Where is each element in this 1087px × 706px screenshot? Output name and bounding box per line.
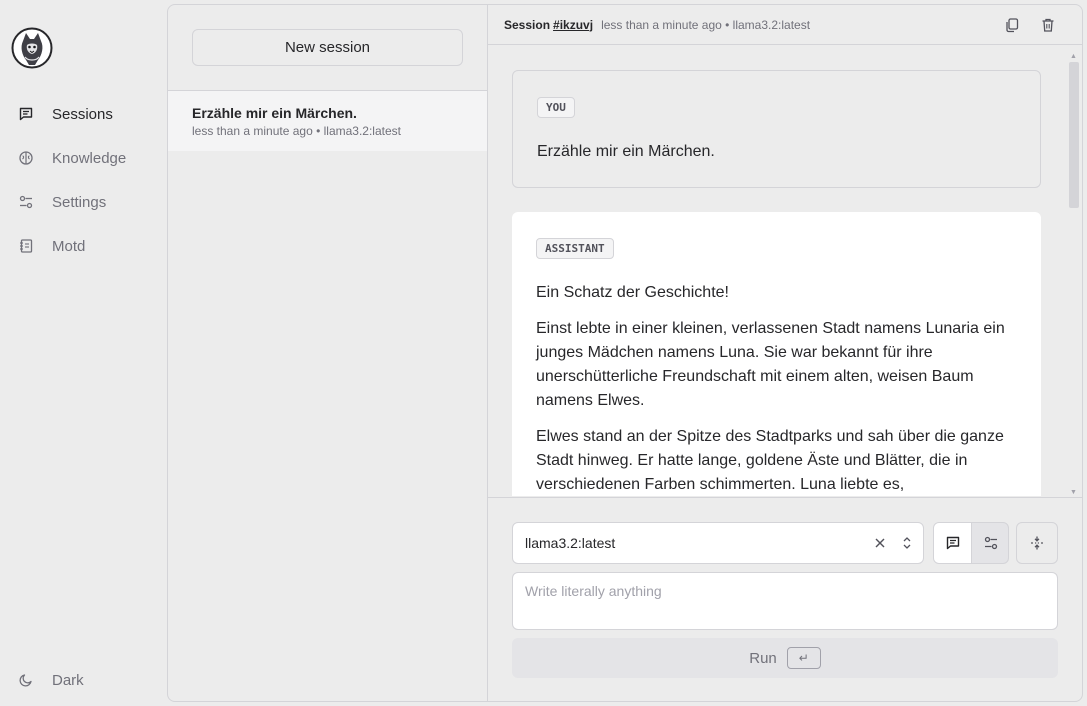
nav-item-settings[interactable]: Settings (18, 190, 106, 214)
moon-icon (19, 674, 32, 687)
scroll-up-arrow-icon[interactable]: ▲ (1070, 53, 1077, 60)
sliders-icon (984, 536, 998, 550)
sessions-panel: New session Erzähle mir ein Märchen. les… (168, 5, 488, 701)
scrollbar-thumb[interactable] (1069, 62, 1079, 208)
theme-toggle-label: Dark (52, 671, 84, 689)
model-select[interactable]: llama3.2:latest (512, 522, 924, 564)
settings-mode-button[interactable] (972, 523, 1008, 563)
copy-icon[interactable] (1004, 17, 1020, 33)
collapse-button[interactable] (1016, 522, 1058, 564)
nav-item-label: Sessions (52, 105, 113, 123)
message-text: Ein Schatz der Geschichte! (536, 284, 729, 301)
session-id-link[interactable]: #ikzuvj (553, 18, 593, 32)
new-session-button[interactable]: New session (192, 29, 463, 66)
assistant-message: ASSISTANT Ein Schatz der Geschichte! Ein… (512, 212, 1041, 496)
notebook-icon (20, 239, 33, 253)
scroll-down-arrow-icon[interactable]: ▼ (1070, 489, 1077, 496)
session-label: Session (504, 17, 551, 32)
model-select-value: llama3.2:latest (525, 535, 616, 551)
nav-item-label: Knowledge (52, 149, 127, 167)
prompt-input[interactable] (512, 572, 1058, 630)
run-button[interactable]: Run ↵ (512, 638, 1058, 678)
chat-header: Session #ikzuvj less than a minute ago •… (488, 5, 1082, 45)
session-list-item[interactable]: Erzähle mir ein Märchen. less than a min… (168, 91, 487, 151)
session-header-meta: less than a minute ago • llama3.2:latest (601, 17, 811, 32)
nav-item-knowledge[interactable]: Knowledge (18, 146, 126, 170)
composer: llama3.2:latest Run ↵ (488, 497, 1082, 701)
fold-vertical-icon (1031, 536, 1043, 550)
chat-panel: Session #ikzuvj less than a minute ago •… (488, 5, 1082, 701)
main-frame: New session Erzähle mir ein Märchen. les… (167, 4, 1083, 702)
nav-item-motd[interactable]: Motd (18, 234, 85, 258)
message-text: Erzähle mir ein Märchen. (537, 143, 715, 160)
left-nav: Sessions Knowledge Settings Motd Dark (0, 0, 168, 706)
message-text: Einst lebte in einer kleinen, verlassene… (536, 320, 1005, 409)
message-list[interactable]: YOU Erzähle mir ein Märchen. ASSISTANT E… (488, 46, 1082, 496)
message-text: Elwes stand an der Spitze des Stadtparks… (536, 428, 1004, 493)
nav-item-label: Motd (52, 237, 86, 255)
trash-icon[interactable] (1040, 17, 1056, 33)
run-button-label: Run (749, 649, 777, 667)
clear-icon[interactable] (873, 536, 887, 550)
message-scrollbar[interactable]: ▲ ▼ (1069, 53, 1079, 496)
nav-item-sessions[interactable]: Sessions (18, 102, 113, 126)
user-message: YOU Erzähle mir ein Märchen. (512, 70, 1041, 188)
role-badge: YOU (537, 97, 575, 118)
mode-toggle-group (933, 522, 1009, 564)
nav-item-label: Settings (52, 193, 107, 211)
session-meta: less than a minute ago • llama3.2:latest (192, 124, 401, 138)
chevron-up-down-icon[interactable] (901, 535, 913, 551)
message-square-icon (19, 107, 33, 121)
message-square-icon (946, 536, 959, 550)
enter-key-icon: ↵ (786, 647, 821, 669)
sliders-icon (19, 195, 33, 209)
app-logo[interactable] (11, 27, 53, 69)
theme-toggle[interactable]: Dark (18, 668, 84, 692)
brain-icon (19, 151, 33, 165)
session-title: Erzähle mir ein Märchen. (192, 105, 357, 121)
chat-mode-button[interactable] (934, 523, 972, 563)
role-badge: ASSISTANT (536, 238, 614, 259)
